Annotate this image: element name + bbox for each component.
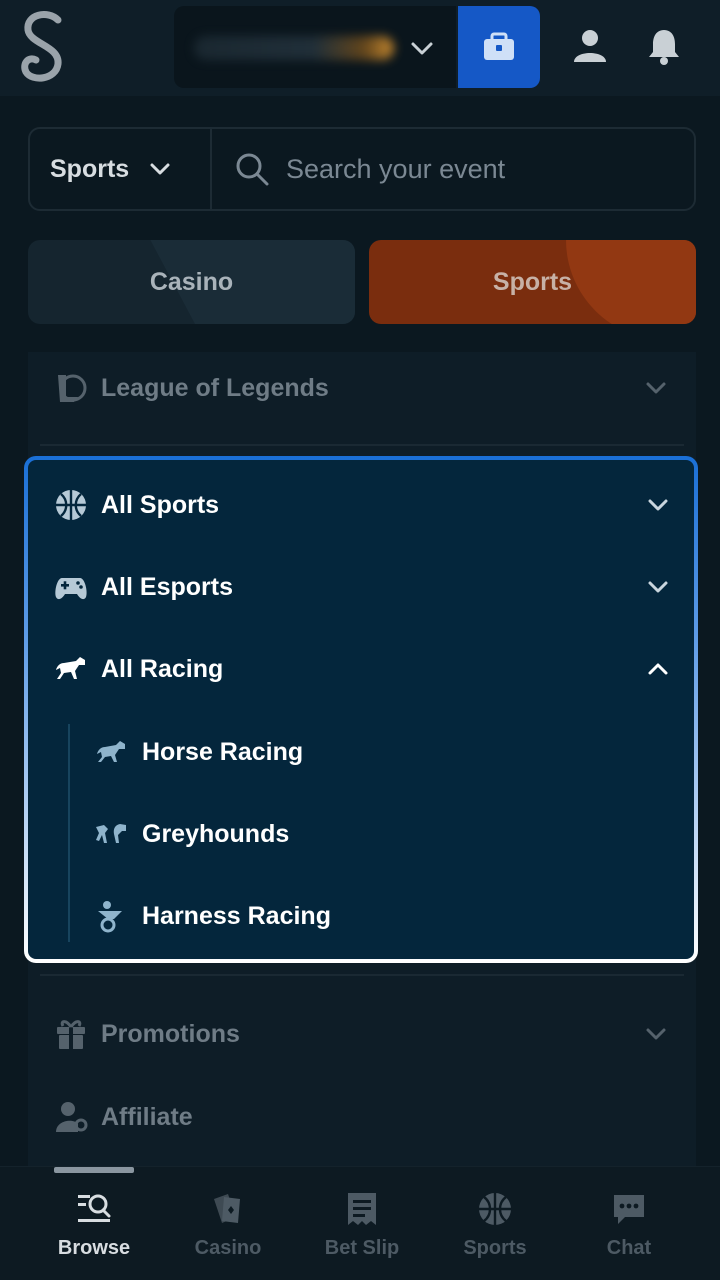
submenu-item-horse-racing[interactable]: Horse Racing	[28, 717, 694, 787]
chevron-down-icon	[648, 581, 668, 593]
wallet-balance	[194, 36, 394, 60]
submenu-item-label: Horse Racing	[142, 737, 304, 766]
menu-item-promotions[interactable]: Promotions	[28, 998, 696, 1070]
menu-item-label: Affiliate	[101, 1102, 193, 1131]
nav-label: Chat	[606, 1237, 652, 1259]
sports-toggle-button[interactable]: Sports	[369, 240, 696, 324]
menu-divider	[40, 444, 684, 446]
casino-toggle-label: Casino	[149, 267, 234, 296]
menu-item-label: League of Legends	[101, 373, 329, 402]
menu-item-league-of-legends[interactable]: League of Legends	[28, 352, 696, 424]
user-icon[interactable]	[570, 26, 610, 66]
nav-label: Bet Slip	[324, 1237, 400, 1259]
menu-item-all-esports[interactable]: All Esports	[28, 551, 694, 623]
nav-label: Sports	[463, 1237, 527, 1259]
chevron-down-icon	[648, 499, 668, 511]
page: Sports Casino Sports League of Legends	[0, 0, 720, 1280]
chevron-down-icon	[411, 42, 433, 55]
browse-icon	[78, 1194, 111, 1222]
wallet-selector[interactable]	[174, 6, 456, 88]
top-header	[0, 0, 720, 96]
menu-divider	[40, 974, 684, 976]
submenu-item-label: Harness Racing	[142, 901, 331, 930]
greyhound-icon	[96, 824, 126, 843]
menu-item-label: All Racing	[101, 654, 224, 683]
sports-toggle-label: Sports	[492, 267, 573, 296]
league-of-legends-icon	[58, 374, 87, 402]
submenu-item-harness-racing[interactable]: Harness Racing	[28, 881, 694, 951]
search-input[interactable]	[286, 143, 666, 195]
casino-toggle-button[interactable]: Casino	[28, 240, 355, 324]
wallet-icon	[484, 32, 514, 60]
wallet-button[interactable]	[458, 6, 540, 88]
chevron-up-icon	[648, 663, 668, 675]
search-bar: Sports	[28, 127, 696, 211]
nav-casino[interactable]: Casino	[168, 1187, 288, 1277]
bet-slip-icon	[348, 1193, 376, 1225]
nav-browse[interactable]: Browse	[34, 1187, 154, 1277]
submenu-item-label: Greyhounds	[142, 819, 290, 848]
affiliate-icon	[56, 1102, 88, 1132]
menu-item-label: All Esports	[101, 572, 233, 601]
chat-icon	[614, 1195, 644, 1224]
nav-sports[interactable]: Sports	[435, 1187, 555, 1277]
menu-item-all-racing[interactable]: All Racing	[28, 633, 694, 705]
chevron-down-icon	[646, 1028, 666, 1040]
search-category-select[interactable]: Sports	[30, 129, 212, 209]
menu-item-affiliate[interactable]: Affiliate	[28, 1081, 696, 1153]
search-category-label: Sports	[50, 154, 130, 183]
basketball-icon	[56, 490, 86, 520]
stake-logo-icon[interactable]	[18, 10, 68, 84]
search-icon	[236, 153, 269, 186]
nav-chat[interactable]: Chat	[569, 1187, 689, 1277]
nav-bet-slip[interactable]: Bet Slip	[302, 1187, 422, 1277]
nav-label: Browse	[57, 1237, 131, 1259]
menu-item-all-sports[interactable]: All Sports	[28, 469, 694, 541]
menu-item-label: All Sports	[101, 490, 220, 519]
bell-icon[interactable]	[644, 26, 684, 66]
bottom-nav: Browse Casino Bet Slip Sports Chat	[0, 1166, 720, 1280]
horse-racing-icon	[97, 741, 125, 762]
basketball-icon	[479, 1193, 511, 1225]
harness-racing-icon	[98, 901, 122, 933]
active-tab-indicator	[54, 1167, 134, 1173]
nav-label: Casino	[194, 1237, 262, 1259]
submenu-item-greyhounds[interactable]: Greyhounds	[28, 799, 694, 869]
sports-category-group: All Sports All Esports All Racing Horse …	[24, 456, 698, 963]
cards-icon	[214, 1194, 240, 1223]
menu-item-label: Promotions	[101, 1019, 240, 1048]
sports-category-list: All Sports All Esports All Racing Horse …	[28, 460, 694, 959]
gamepad-icon	[55, 578, 87, 600]
gift-icon	[57, 1020, 85, 1049]
horse-icon	[56, 657, 85, 679]
chevron-down-icon	[646, 382, 666, 394]
chevron-down-icon	[150, 163, 170, 175]
